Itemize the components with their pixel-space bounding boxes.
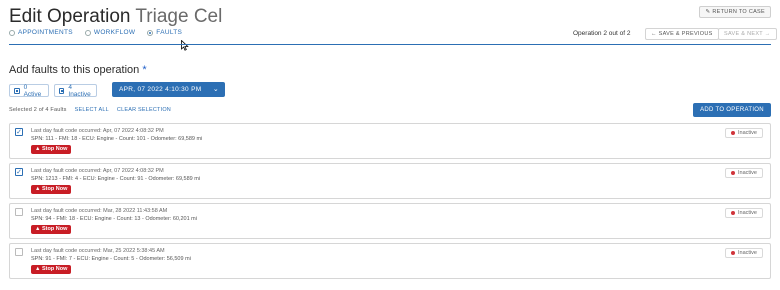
status-dot-icon [731,131,736,135]
date-filter-dropdown[interactable]: APR, 07 2022 4:10:30 PM ⌄ [112,82,225,97]
mouse-cursor-icon [181,40,189,51]
title-subtitle: Triage Cel [135,6,223,27]
arrow-right-icon: → [764,31,771,37]
tabs: APPOINTMENTS WORKFLOW FAULTS [9,29,182,36]
tab-label: WORKFLOW [93,29,136,36]
required-marker: * [142,64,147,76]
warning-icon: ▲ [35,226,41,232]
radio-icon [9,29,15,36]
status-badge: Inactive [725,168,763,178]
fault-checkbox[interactable]: ✓ [15,168,23,176]
tab-appointments[interactable]: APPOINTMENTS [9,29,73,36]
tab-workflow[interactable]: WORKFLOW [84,29,136,36]
checkmark-icon: ✓ [16,169,22,176]
fault-checkbox[interactable]: ✓ [15,128,23,136]
fault-card: Last day fault code occurred: Mar, 25 20… [9,243,771,279]
edit-icon: ✎ [705,9,711,15]
warning-icon: ▲ [35,266,41,272]
add-to-operation-button[interactable]: ADD TO OPERATION [693,103,771,117]
severity-label: Stop Now [41,266,68,272]
section-heading-text: Add faults to this operation [9,64,140,76]
fault-occurred: Last day fault code occurred: Apr, 07 20… [31,168,164,174]
status-badge: Inactive [725,208,763,218]
filter-toggle-icon [14,87,20,94]
checkmark-icon: ✓ [16,129,22,136]
warning-icon: ▲ [35,186,41,192]
status-badge: Inactive [725,248,763,258]
radio-icon [84,29,91,36]
tab-faults[interactable]: FAULTS [147,29,182,36]
status-label: Inactive [738,130,757,136]
clear-selection-link[interactable]: CLEAR SELECTION [117,107,171,113]
next-label: SAVE & NEXT [724,31,763,37]
fault-details: SPN: 91 - FMI: 7 - ECU: Engine - Count: … [31,256,191,262]
operation-count: Operation 2 out of 2 [573,30,631,37]
fault-card: ✓ Last day fault code occurred: Apr, 07 … [9,163,771,199]
severity-label: Stop Now [41,226,68,232]
fault-checkbox[interactable] [15,248,23,256]
warning-icon: ▲ [35,146,41,152]
fault-details: SPN: 94 - FMI: 18 - ECU: Engine - Count:… [31,216,197,222]
inactive-filter-label: 4 Inactive [68,83,91,98]
date-filter-label: APR, 07 2022 4:10:30 PM [119,86,202,93]
fault-occurred: Last day fault code occurred: Mar, 28 20… [31,208,168,214]
fault-card: ✓ Last day fault code occurred: Apr, 07 … [9,123,771,159]
return-to-case-button[interactable]: ✎ RETURN TO CASE [699,6,771,18]
fault-occurred: Last day fault code occurred: Mar, 25 20… [31,248,165,254]
status-label: Inactive [738,250,757,256]
severity-label: Stop Now [41,146,68,152]
chevron-down-icon: ⌄ [212,86,219,93]
selection-toolbar: Selected 2 of 4 Faults SELECT ALL CLEAR … [9,107,171,113]
arrow-left-icon: ← [651,31,657,37]
active-filter-button[interactable]: 0 Active [9,83,49,98]
fault-checkbox[interactable] [15,208,23,216]
radio-selected-icon [147,29,154,36]
status-label: Inactive [738,210,757,216]
select-all-link[interactable]: SELECT ALL [75,107,109,113]
page-title: Edit Operation Triage Cel [9,6,222,28]
fault-card: Last day fault code occurred: Mar, 28 20… [9,203,771,239]
title-text: Edit Operation [9,6,131,27]
fault-occurred: Last day fault code occurred: Apr, 07 20… [31,128,164,134]
severity-label: Stop Now [41,186,68,192]
stop-now-badge: ▲ Stop Now [31,185,72,194]
tab-divider [9,44,771,45]
status-dot-icon [731,251,736,255]
save-next-button[interactable]: SAVE & NEXT → [718,28,777,40]
filter-toggle-icon [59,87,65,94]
fault-details: SPN: 111 - FMI: 18 - ECU: Engine - Count… [31,136,203,142]
status-dot-icon [731,171,736,175]
selected-count: Selected 2 of 4 Faults [9,107,67,113]
stop-now-badge: ▲ Stop Now [31,145,72,154]
fault-details: SPN: 1213 - FMI: 4 - ECU: Engine - Count… [31,176,201,182]
tab-label: FAULTS [156,29,183,36]
status-badge: Inactive [725,128,763,138]
stop-now-badge: ▲ Stop Now [31,225,72,234]
save-previous-button[interactable]: ← SAVE & PREVIOUS [645,28,719,40]
return-label: RETURN TO CASE [712,9,765,15]
inactive-filter-button[interactable]: 4 Inactive [54,83,97,98]
stop-now-badge: ▲ Stop Now [31,265,72,274]
status-dot-icon [731,211,736,215]
tab-label: APPOINTMENTS [18,29,73,36]
section-heading: Add faults to this operation * [9,64,147,76]
active-filter-label: 0 Active [23,83,42,98]
status-label: Inactive [738,170,757,176]
fault-list: ✓ Last day fault code occurred: Apr, 07 … [9,123,771,283]
prev-label: SAVE & PREVIOUS [658,31,713,37]
